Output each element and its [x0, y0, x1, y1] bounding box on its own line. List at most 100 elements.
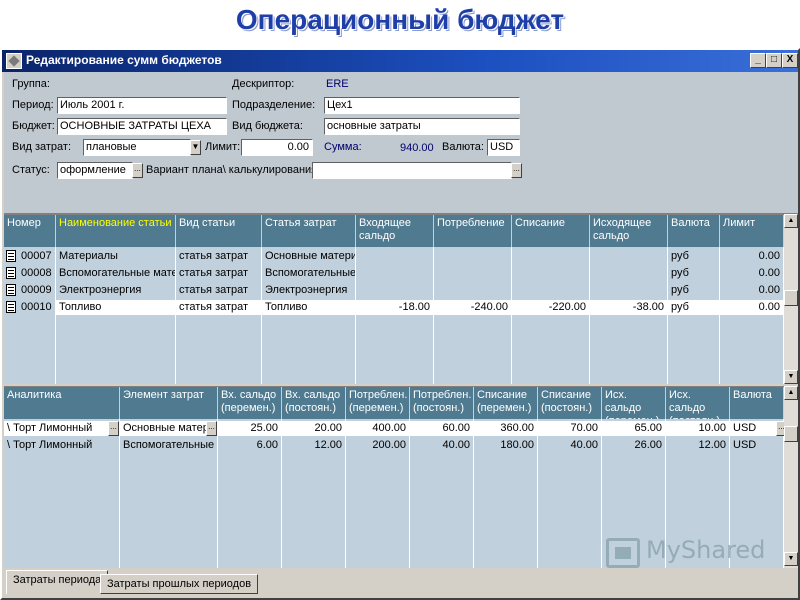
- top-table-scrollbar[interactable]: ▲ ▼: [784, 214, 798, 384]
- table-cell[interactable]: [356, 249, 433, 264]
- column-header[interactable]: Потребление: [434, 215, 512, 247]
- table-cell[interactable]: 200.00: [346, 438, 409, 453]
- table-cell[interactable]: 00010: [18, 300, 55, 315]
- table-cell[interactable]: Вспомогательные м: [120, 438, 217, 453]
- table-cell[interactable]: 10.00: [666, 421, 729, 436]
- table-cell[interactable]: [512, 249, 589, 264]
- table-cell[interactable]: 70.00: [538, 421, 601, 436]
- column-header[interactable]: Входящее сальдо: [356, 215, 434, 247]
- column-header[interactable]: Валюта: [668, 215, 720, 247]
- currency-lookup-button[interactable]: ...: [776, 421, 784, 436]
- maximize-button[interactable]: □: [766, 53, 782, 68]
- table-cell[interactable]: 360.00: [474, 421, 537, 436]
- status-lookup-button[interactable]: ...: [132, 163, 143, 178]
- table-cell[interactable]: -220.00: [512, 300, 589, 315]
- table-cell[interactable]: 26.00: [602, 438, 665, 453]
- table-cell[interactable]: 0.00: [720, 249, 783, 264]
- table-cell[interactable]: [356, 266, 433, 281]
- table-cell[interactable]: 65.00: [602, 421, 665, 436]
- column-header[interactable]: Исх. сальдо (перемен.): [602, 387, 666, 419]
- table-cell[interactable]: [590, 266, 667, 281]
- table-cell[interactable]: [434, 249, 511, 264]
- table-cell[interactable]: Вспомогательные м: [262, 266, 355, 281]
- table-cell[interactable]: Основные матери: [120, 421, 217, 436]
- column-header[interactable]: Вх. сальдо (постоян.): [282, 387, 346, 419]
- table-cell[interactable]: Вспомогательные матер: [56, 266, 175, 281]
- table-cell[interactable]: [434, 266, 511, 281]
- scroll-thumb[interactable]: [784, 426, 798, 442]
- division-field[interactable]: Цех1: [324, 97, 520, 114]
- column-header[interactable]: Элемент затрат: [120, 387, 218, 419]
- table-cell[interactable]: [590, 249, 667, 264]
- scroll-up-icon[interactable]: ▲: [784, 386, 798, 400]
- table-cell[interactable]: Основные материа: [262, 249, 355, 264]
- table-cell[interactable]: Электроэнергия: [262, 283, 355, 298]
- minimize-button[interactable]: _: [750, 53, 766, 68]
- column-header[interactable]: Потреблен. (постоян.): [410, 387, 474, 419]
- table-cell[interactable]: статья затрат: [176, 266, 261, 281]
- column-header[interactable]: Аналитика: [4, 387, 120, 419]
- column-header[interactable]: Номер: [4, 215, 56, 247]
- table-cell[interactable]: статья затрат: [176, 249, 261, 264]
- column-header[interactable]: Исходящее сальдо: [590, 215, 668, 247]
- table-cell[interactable]: 20.00: [282, 421, 345, 436]
- table-cell[interactable]: руб: [668, 249, 719, 264]
- column-header[interactable]: Статья затрат: [262, 215, 356, 247]
- table-cell[interactable]: Топливо: [262, 300, 355, 315]
- currency-field[interactable]: USD: [487, 139, 520, 156]
- table-cell[interactable]: 12.00: [282, 438, 345, 453]
- bottom-table-scrollbar[interactable]: ▲ ▼: [784, 386, 798, 568]
- column-header[interactable]: Лимит: [720, 215, 784, 247]
- table-cell[interactable]: 00007: [18, 249, 55, 264]
- table-cell[interactable]: руб: [668, 300, 719, 315]
- column-header[interactable]: Списание: [512, 215, 590, 247]
- table-cell[interactable]: USD: [730, 438, 783, 453]
- table-cell[interactable]: 6.00: [218, 438, 281, 453]
- table-cell[interactable]: [512, 266, 589, 281]
- scroll-down-icon[interactable]: ▼: [784, 552, 798, 566]
- table-cell[interactable]: -38.00: [590, 300, 667, 315]
- budget-type-field[interactable]: основные затраты: [324, 118, 520, 135]
- table-cell[interactable]: 00008: [18, 266, 55, 281]
- table-cell[interactable]: -240.00: [434, 300, 511, 315]
- table-cell[interactable]: \ Торт Лимонный: [4, 438, 119, 453]
- table-cell[interactable]: Электроэнергия: [56, 283, 175, 298]
- table-cell[interactable]: Топливо: [56, 300, 175, 315]
- tab-prior-periods[interactable]: Затраты прошлых периодов: [100, 574, 259, 594]
- table-cell[interactable]: 0.00: [720, 300, 783, 315]
- column-header[interactable]: Наименование статьи: [56, 215, 176, 247]
- table-cell[interactable]: \ Торт Лимонный: [4, 421, 119, 436]
- column-header[interactable]: Вид статьи: [176, 215, 262, 247]
- table-cell[interactable]: 0.00: [720, 283, 783, 298]
- limit-field[interactable]: 0.00: [241, 139, 313, 156]
- scroll-up-icon[interactable]: ▲: [784, 214, 798, 228]
- table-cell[interactable]: [590, 283, 667, 298]
- column-header[interactable]: Списание (постоян.): [538, 387, 602, 419]
- table-cell[interactable]: 400.00: [346, 421, 409, 436]
- column-header[interactable]: Списание (перемен.): [474, 387, 538, 419]
- table-cell[interactable]: 180.00: [474, 438, 537, 453]
- chevron-down-icon[interactable]: ▼: [190, 140, 201, 155]
- plan-variant-field[interactable]: [312, 162, 512, 179]
- scroll-thumb[interactable]: [784, 290, 798, 306]
- column-header[interactable]: Исх. сальдо (постоян.): [666, 387, 730, 419]
- table-cell[interactable]: 60.00: [410, 421, 473, 436]
- period-field[interactable]: Июль 2001 г.: [57, 97, 227, 114]
- element-lookup-button[interactable]: ...: [206, 421, 217, 436]
- table-cell[interactable]: -18.00: [356, 300, 433, 315]
- column-header[interactable]: Потреблен. (перемен.): [346, 387, 410, 419]
- table-cell[interactable]: статья затрат: [176, 283, 261, 298]
- table-cell[interactable]: 0.00: [720, 266, 783, 281]
- table-cell[interactable]: [356, 283, 433, 298]
- close-button[interactable]: X: [782, 53, 798, 68]
- table-cell[interactable]: руб: [668, 266, 719, 281]
- table-cell[interactable]: руб: [668, 283, 719, 298]
- budget-field[interactable]: ОСНОВНЫЕ ЗАТРАТЫ ЦЕХА: [57, 118, 227, 135]
- table-cell[interactable]: 00009: [18, 283, 55, 298]
- window-titlebar[interactable]: Редактирование сумм бюджетов _ □ X: [2, 50, 798, 72]
- table-cell[interactable]: [512, 283, 589, 298]
- table-cell[interactable]: 40.00: [410, 438, 473, 453]
- column-header[interactable]: Валюта: [730, 387, 784, 419]
- status-field[interactable]: оформление: [57, 162, 133, 179]
- table-cell[interactable]: 40.00: [538, 438, 601, 453]
